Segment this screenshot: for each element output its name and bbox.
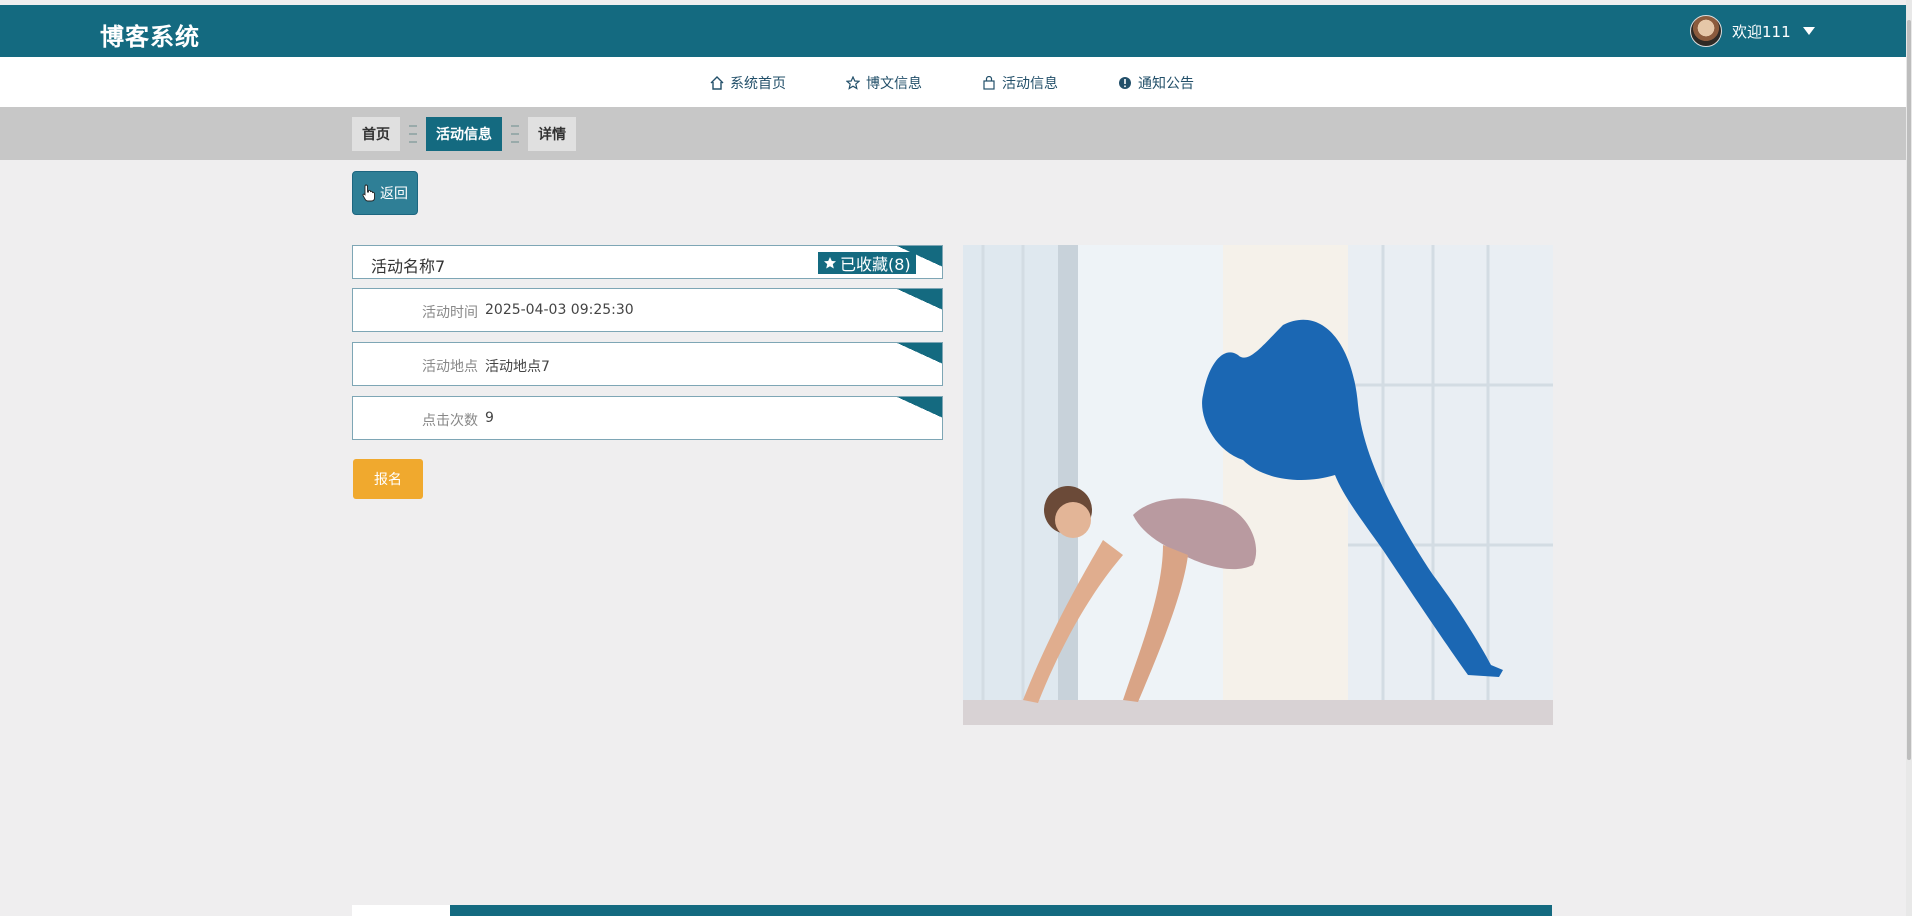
hand-pointer-icon — [362, 184, 376, 202]
activity-image — [963, 245, 1553, 725]
favorite-button[interactable]: 已收藏(8) — [818, 252, 916, 274]
card-corner-decoration — [895, 343, 942, 364]
activity-location-value: 活动地点7 — [485, 359, 550, 375]
breadcrumb-separator-icon — [510, 125, 520, 143]
nav-notice-label: 通知公告 — [1138, 76, 1194, 92]
top-header: 博客系统 欢迎111 — [0, 5, 1906, 57]
main-nav: 系统首页 博文信息 活动信息 通知公告 — [0, 57, 1906, 107]
footer-tab-active[interactable] — [352, 905, 450, 916]
star-filled-icon — [823, 256, 837, 270]
favorite-label: 已收藏(8) — [840, 255, 911, 274]
activity-time-value: 2025-04-03 09:25:30 — [485, 302, 634, 318]
bag-icon — [982, 76, 996, 90]
card-corner-decoration — [895, 397, 942, 418]
nav-notice[interactable]: 通知公告 — [1118, 73, 1194, 93]
activity-time-card: 活动时间 2025-04-03 09:25:30 — [352, 288, 943, 332]
nav-blog-label: 博文信息 — [866, 76, 922, 92]
alert-icon — [1118, 76, 1132, 90]
breadcrumb-bar: 首页 活动信息 详情 — [0, 107, 1906, 160]
footer-tab-bar — [352, 905, 1552, 916]
nav-activity-label: 活动信息 — [1002, 76, 1058, 92]
click-count-label: 点击次数 — [422, 413, 478, 429]
activity-location-card: 活动地点 活动地点7 — [352, 342, 943, 386]
activity-name: 活动名称7 — [371, 257, 446, 276]
signup-button[interactable]: 报名 — [353, 459, 423, 499]
activity-time-label: 活动时间 — [422, 305, 478, 321]
breadcrumb-activity[interactable]: 活动信息 — [426, 117, 502, 151]
nav-home-label: 系统首页 — [730, 76, 786, 92]
welcome-text[interactable]: 欢迎111 — [1732, 21, 1791, 42]
activity-location-label: 活动地点 — [422, 359, 478, 375]
breadcrumb-home[interactable]: 首页 — [352, 117, 400, 151]
nav-activity[interactable]: 活动信息 — [982, 73, 1058, 93]
page-scrollbar[interactable] — [1906, 0, 1912, 916]
yoga-photo-illustration — [963, 245, 1553, 725]
click-count-value: 9 — [485, 410, 494, 426]
site-brand: 博客系统 — [100, 23, 200, 51]
avatar[interactable] — [1690, 15, 1722, 47]
breadcrumb: 首页 活动信息 详情 — [352, 117, 576, 151]
nav-home[interactable]: 系统首页 — [710, 73, 786, 93]
nav-blog[interactable]: 博文信息 — [846, 73, 922, 93]
click-count-card: 点击次数 9 — [352, 396, 943, 440]
back-button[interactable]: 返回 — [352, 171, 418, 215]
back-button-label: 返回 — [380, 186, 408, 202]
breadcrumb-separator-icon — [408, 125, 418, 143]
user-menu[interactable]: 欢迎111 — [1690, 15, 1815, 47]
card-corner-decoration — [895, 289, 942, 310]
star-icon — [846, 76, 860, 90]
dropdown-caret-icon[interactable] — [1802, 27, 1815, 35]
activity-title-card: 活动名称7 已收藏(8) — [352, 245, 943, 279]
breadcrumb-detail: 详情 — [528, 117, 576, 151]
home-icon — [710, 76, 724, 90]
